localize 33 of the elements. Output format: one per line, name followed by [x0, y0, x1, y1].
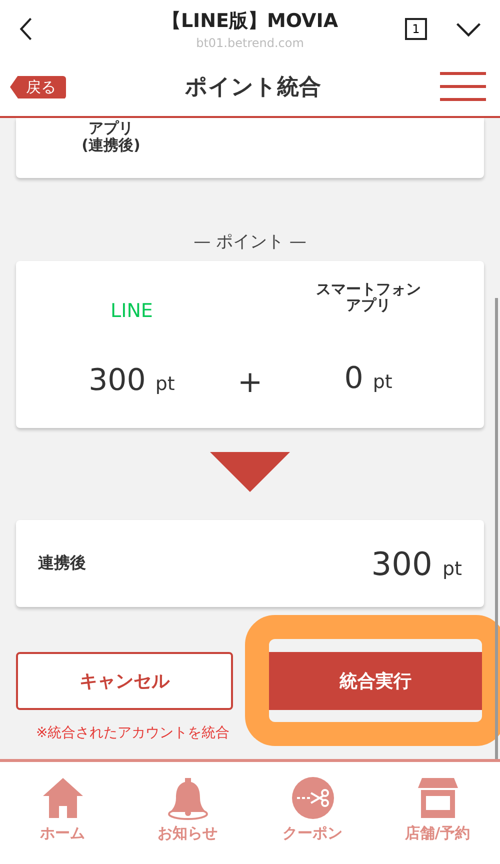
- page-title: 【LINE版】MOVIA: [162, 9, 338, 34]
- point-value: 0 pt: [344, 361, 392, 396]
- action-button[interactable]: 統合実行: [267, 652, 484, 710]
- result-value: 300 pt: [371, 544, 462, 582]
- tab-label: 店舗/予約: [404, 824, 470, 843]
- account-label: アプリ (連携後): [80, 118, 142, 156]
- section-title: — ポイント —: [192, 231, 308, 253]
- coupon-scissors-icon: [290, 776, 334, 820]
- action-button[interactable]: キャンセル: [16, 652, 233, 710]
- chevron-down-icon[interactable]: [455, 22, 482, 36]
- page-url: bt01.betrend.com: [196, 36, 304, 50]
- down-triangle-icon: [210, 452, 290, 492]
- plus-sign: +: [237, 365, 263, 400]
- storefront-icon: [416, 776, 460, 820]
- menu-icon[interactable]: [440, 72, 486, 102]
- tab-count-button[interactable]: 1: [405, 18, 427, 40]
- back-chevron-icon[interactable]: [18, 16, 34, 42]
- tab-bar-item[interactable]: ホーム: [12, 776, 112, 864]
- warning-note: ※統合されたアカウントを統合: [36, 724, 231, 742]
- account-name: LINE: [110, 299, 153, 324]
- point-value: 300 pt: [88, 363, 175, 398]
- tab-label: ホーム: [40, 824, 85, 843]
- account-name: スマートフォン アプリ: [316, 281, 421, 316]
- house-icon: [40, 776, 84, 820]
- back-button[interactable]: 戻る: [10, 76, 66, 98]
- screen-title: ポイント統合: [185, 74, 321, 102]
- tab-label: お知らせ: [158, 824, 218, 843]
- bell-icon: [166, 776, 210, 820]
- result-label: 連携後: [38, 553, 86, 574]
- tab-bar-item[interactable]: お知らせ: [138, 776, 238, 864]
- tab-label: クーポン: [282, 824, 342, 843]
- tab-bar-item[interactable]: 店舗/予約: [388, 776, 488, 864]
- tab-bar-item[interactable]: クーポン: [262, 776, 362, 864]
